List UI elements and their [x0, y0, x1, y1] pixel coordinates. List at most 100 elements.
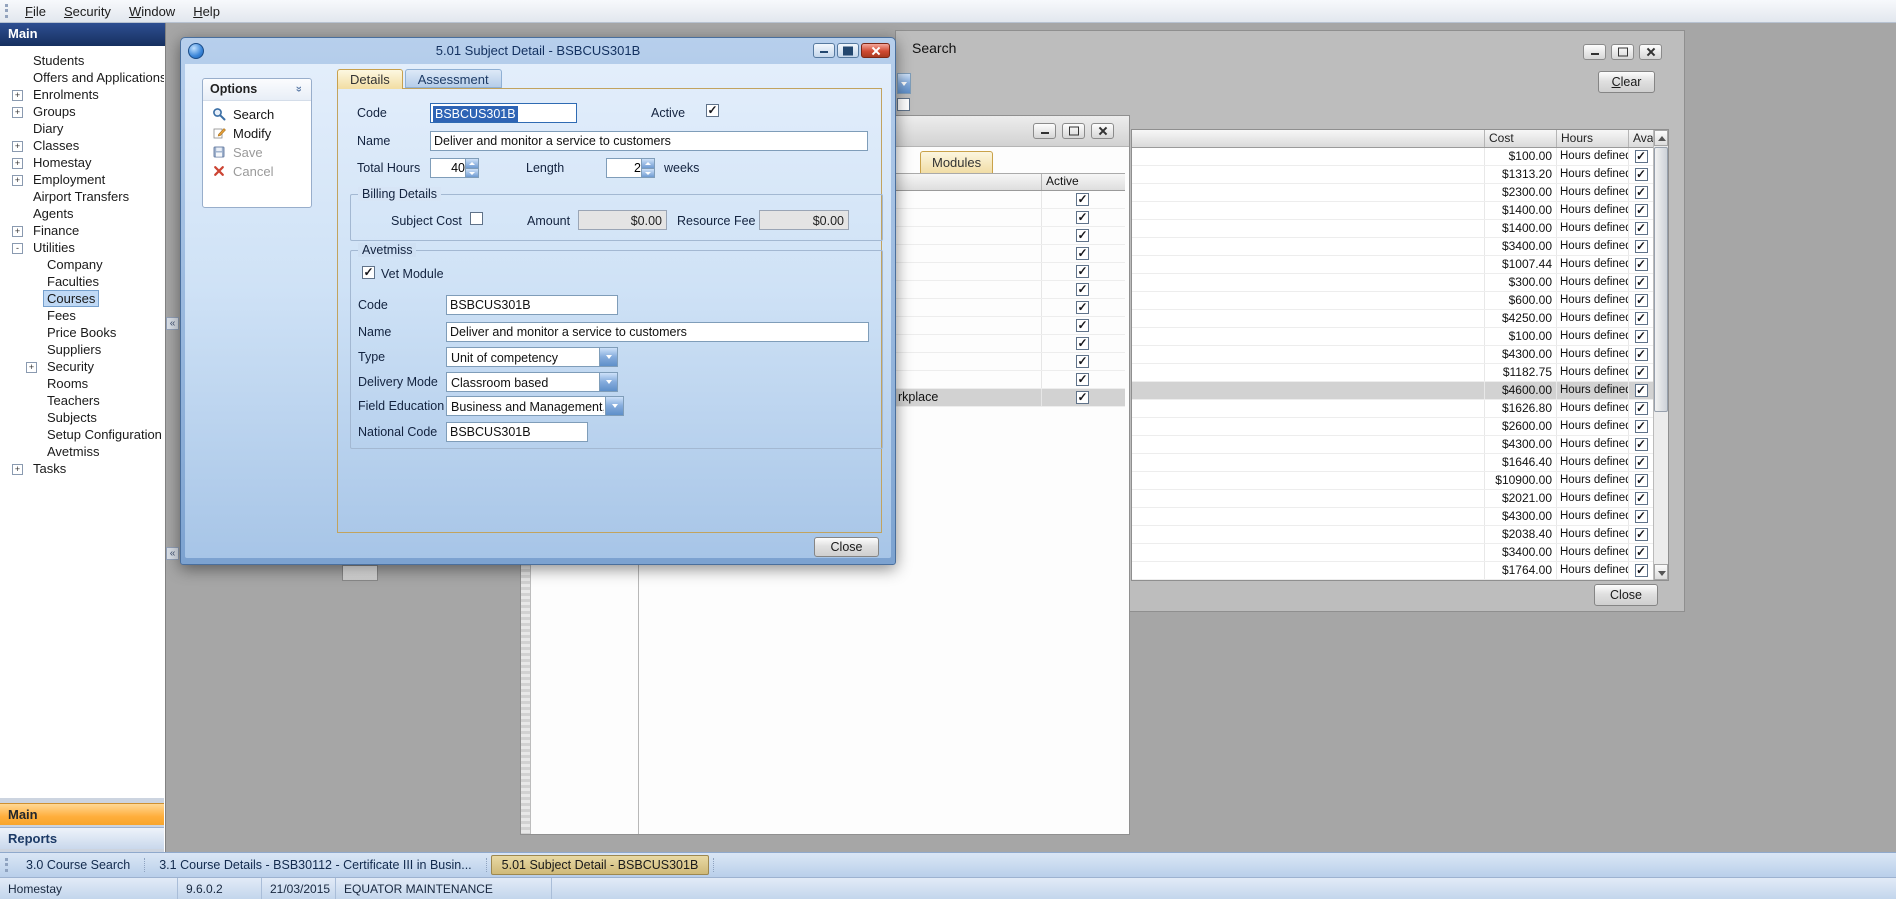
dialog-titlebar[interactable]: 5.01 Subject Detail - BSBCUS301B	[185, 38, 891, 64]
name-input[interactable]	[430, 131, 868, 151]
expand-icon[interactable]: +	[12, 90, 23, 101]
course-row[interactable]: $1400.00Hours defined b	[1132, 202, 1653, 220]
maximize-icon[interactable]	[1062, 123, 1085, 139]
available-checkbox[interactable]	[1635, 528, 1648, 541]
available-checkbox[interactable]	[1635, 276, 1648, 289]
menu-security[interactable]: Security	[55, 2, 120, 21]
tree-item-courses[interactable]: Courses	[0, 290, 164, 307]
vertical-scrollbar[interactable]	[1653, 130, 1668, 580]
module-active-checkbox[interactable]	[1076, 301, 1089, 314]
tree-item-label[interactable]: Homestay	[30, 155, 95, 170]
total-hours-input[interactable]	[431, 160, 467, 176]
module-active-checkbox[interactable]	[1076, 193, 1089, 206]
tree-item-finance[interactable]: +Finance	[0, 222, 164, 239]
available-checkbox[interactable]	[1635, 510, 1648, 523]
national-code-input[interactable]	[446, 422, 588, 442]
course-row[interactable]: $4300.00Hours defined b	[1132, 508, 1653, 526]
tree-item-offers-and-applications[interactable]: Offers and Applications	[0, 69, 164, 86]
tree-item-company[interactable]: Company	[0, 256, 164, 273]
collapse-chevron-icon[interactable]	[293, 83, 305, 95]
tree-item-label[interactable]: Classes	[30, 138, 82, 153]
available-checkbox[interactable]	[1635, 384, 1648, 397]
available-checkbox[interactable]	[1635, 564, 1648, 577]
options-save[interactable]: Save	[203, 143, 311, 162]
sidebar-main-button[interactable]: Main	[0, 803, 164, 825]
sidebar-reports-button[interactable]: Reports	[0, 827, 164, 849]
column-header-available[interactable]: Ava	[1629, 130, 1653, 147]
search-close-button[interactable]: Close	[1594, 584, 1658, 606]
available-checkbox[interactable]	[1635, 330, 1648, 343]
available-checkbox[interactable]	[1635, 546, 1648, 559]
available-checkbox[interactable]	[1635, 240, 1648, 253]
module-active-checkbox[interactable]	[1076, 265, 1089, 278]
dropdown-arrow-icon[interactable]	[599, 373, 617, 391]
course-row[interactable]: $1313.20Hours defined b	[1132, 166, 1653, 184]
spin-up-icon[interactable]	[465, 159, 478, 168]
available-checkbox[interactable]	[1635, 150, 1648, 163]
resource-fee-field[interactable]: $0.00	[759, 210, 849, 230]
tree-item-enrolments[interactable]: + Enrolments	[0, 86, 164, 103]
tree-item-label[interactable]: Airport Transfers	[30, 189, 132, 204]
tree-item-label[interactable]: Teachers	[44, 393, 103, 408]
course-row[interactable]: $3400.00Hours defined b	[1132, 238, 1653, 256]
course-row[interactable]: $100.00Hours defined b	[1132, 148, 1653, 166]
spin-down-icon[interactable]	[465, 168, 478, 177]
tree-item-label[interactable]: Offers and Applications	[30, 70, 164, 85]
tree-item-teachers[interactable]: Teachers	[0, 392, 164, 409]
available-checkbox[interactable]	[1635, 168, 1648, 181]
tree-item-label[interactable]: Students	[30, 53, 87, 68]
obscured-checkbox[interactable]	[897, 98, 910, 111]
taskbar-tab-course-search[interactable]: 3.0 Course Search	[16, 855, 140, 875]
course-row[interactable]: $1007.44Hours defined b	[1132, 256, 1653, 274]
collapse-panel-chevron-icon[interactable]	[166, 317, 179, 330]
tree-item-airport-transfers[interactable]: Airport Transfers	[0, 188, 164, 205]
course-row[interactable]: $2038.40Hours defined b	[1132, 526, 1653, 544]
avetmiss-code-input[interactable]	[446, 295, 618, 315]
tree-item-utilities[interactable]: -Utilities	[0, 239, 164, 256]
module-active-checkbox[interactable]	[1076, 391, 1089, 404]
dropdown-arrow-icon[interactable]	[605, 397, 623, 415]
tree-item-label[interactable]: Company	[44, 257, 106, 272]
options-cancel[interactable]: Cancel	[203, 162, 311, 181]
menu-file[interactable]: File	[16, 2, 55, 21]
tree-item-classes[interactable]: +Classes	[0, 137, 164, 154]
expand-icon[interactable]: +	[12, 107, 23, 118]
tree-item-label[interactable]: Enrolments	[30, 87, 102, 102]
course-row[interactable]: $1764.00Hours defined b	[1132, 562, 1653, 580]
course-row[interactable]: $1646.40Hours defined b	[1132, 454, 1653, 472]
course-row[interactable]: $2300.00Hours defined b	[1132, 184, 1653, 202]
tree-item-label[interactable]: Setup Configuration	[44, 427, 164, 442]
tree-item-faculties[interactable]: Faculties	[0, 273, 164, 290]
dialog-close-button[interactable]: Close	[814, 537, 879, 557]
clear-button[interactable]: Clear	[1598, 71, 1655, 93]
column-header-name[interactable]	[1132, 130, 1485, 147]
close-icon[interactable]	[1639, 44, 1662, 60]
course-row[interactable]: $100.00Hours defined b	[1132, 328, 1653, 346]
subject-cost-checkbox[interactable]	[470, 212, 483, 225]
course-row[interactable]: $10900.00Hours defined b	[1132, 472, 1653, 490]
tree-item-label[interactable]: Finance	[30, 223, 82, 238]
taskbar-tab-course-details[interactable]: 3.1 Course Details - BSB30112 - Certific…	[149, 855, 481, 875]
menu-help[interactable]: Help	[184, 2, 229, 21]
spin-up-icon[interactable]	[641, 159, 654, 168]
menu-window[interactable]: Window	[120, 2, 184, 21]
available-checkbox[interactable]	[1635, 366, 1648, 379]
module-active-checkbox[interactable]	[1076, 355, 1089, 368]
tree-item-agents[interactable]: Agents	[0, 205, 164, 222]
tree-item-students[interactable]: Students	[0, 52, 164, 69]
amount-field[interactable]: $0.00	[578, 210, 667, 230]
tree-item-label[interactable]: Security	[44, 359, 97, 374]
module-active-checkbox[interactable]	[1076, 211, 1089, 224]
minimize-icon[interactable]	[1583, 44, 1606, 60]
tree-item-price-books[interactable]: Price Books	[0, 324, 164, 341]
tree-item-security[interactable]: +Security	[0, 358, 164, 375]
module-active-checkbox[interactable]	[1076, 283, 1089, 296]
available-checkbox[interactable]	[1635, 474, 1648, 487]
available-checkbox[interactable]	[1635, 312, 1648, 325]
available-checkbox[interactable]	[1635, 294, 1648, 307]
avetmiss-name-input[interactable]	[446, 322, 869, 342]
delivery-mode-dropdown[interactable]: Classroom based	[446, 372, 618, 392]
tree-item-label[interactable]: Diary	[30, 121, 66, 136]
course-row[interactable]: $4250.00Hours defined b	[1132, 310, 1653, 328]
available-checkbox[interactable]	[1635, 258, 1648, 271]
